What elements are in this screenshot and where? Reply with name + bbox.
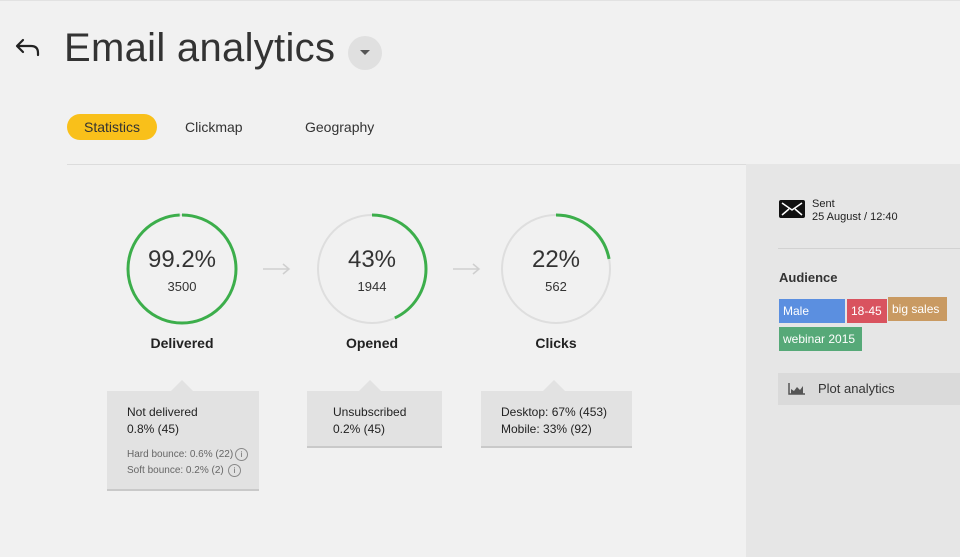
tabs-divider — [67, 164, 747, 165]
audience-tag-big-sales[interactable]: big sales — [888, 297, 947, 321]
tab-geography[interactable]: Geography — [305, 114, 374, 140]
opened-gauge: 43% 1944 — [316, 213, 428, 325]
top-divider — [0, 0, 960, 1]
sent-label: Sent — [812, 198, 835, 210]
plot-analytics-button[interactable]: Plot analytics — [778, 373, 960, 405]
unsubscribed-title: Unsubscribed — [333, 405, 407, 419]
back-arrow-icon[interactable] — [14, 36, 44, 62]
opened-percent: 43% — [347, 246, 397, 273]
clicks-gauge: 22% 562 — [500, 213, 612, 325]
opened-label: Opened — [345, 335, 399, 351]
page-title: Email analytics — [64, 26, 336, 70]
delivered-count: 3500 — [167, 279, 197, 294]
clicks-count: 562 — [545, 279, 567, 294]
tab-statistics[interactable]: Statistics — [67, 114, 158, 140]
delivered-gauge: 99.2% 3500 — [126, 213, 238, 325]
envelope-icon — [779, 200, 805, 218]
mobile-clicks: Mobile: 33% (92) — [501, 422, 592, 436]
unsubscribed-card: Unsubscribed 0.2% (45) — [307, 380, 442, 448]
hard-bounce-text: Hard bounce: 0.6% (22) — [127, 449, 234, 460]
not-delivered-value: 0.8% (45) — [127, 422, 180, 436]
clicks-label: Clicks — [535, 335, 577, 351]
chevron-down-icon — [360, 50, 370, 55]
chart-icon — [788, 383, 805, 395]
sidebar-divider — [778, 248, 960, 249]
audience-tag-webinar[interactable]: webinar 2015 — [779, 327, 862, 351]
clicks-device-card: Desktop: 67% (453) Mobile: 33% (92) — [481, 380, 632, 448]
delivered-label: Delivered — [150, 335, 214, 351]
arrow-right-icon — [453, 263, 481, 275]
sent-date: 25 August / 12:40 — [812, 211, 898, 223]
details-sidebar: Sent 25 August / 12:40 Audience Male 18-… — [746, 164, 960, 557]
soft-bounce-text: Soft bounce: 0.2% (2) — [127, 465, 224, 476]
unsubscribed-value: 0.2% (45) — [333, 422, 386, 436]
audience-title: Audience — [779, 270, 838, 285]
audience-tag-age[interactable]: 18-45 — [847, 299, 887, 323]
tab-clickmap[interactable]: Clickmap — [185, 114, 243, 140]
info-icon[interactable]: i — [235, 448, 248, 461]
info-icon[interactable]: i — [228, 464, 241, 477]
clicks-percent: 22% — [531, 246, 581, 273]
opened-count: 1944 — [357, 279, 387, 294]
delivered-percent: 99.2% — [147, 246, 217, 273]
title-dropdown-button[interactable] — [348, 36, 382, 70]
not-delivered-card: Not delivered 0.8% (45) Hard bounce: 0.6… — [107, 380, 259, 491]
audience-tag-male[interactable]: Male — [779, 299, 845, 323]
arrow-right-icon — [263, 263, 291, 275]
not-delivered-title: Not delivered — [127, 405, 198, 419]
plot-analytics-label: Plot analytics — [818, 381, 895, 396]
desktop-clicks: Desktop: 67% (453) — [501, 405, 608, 419]
